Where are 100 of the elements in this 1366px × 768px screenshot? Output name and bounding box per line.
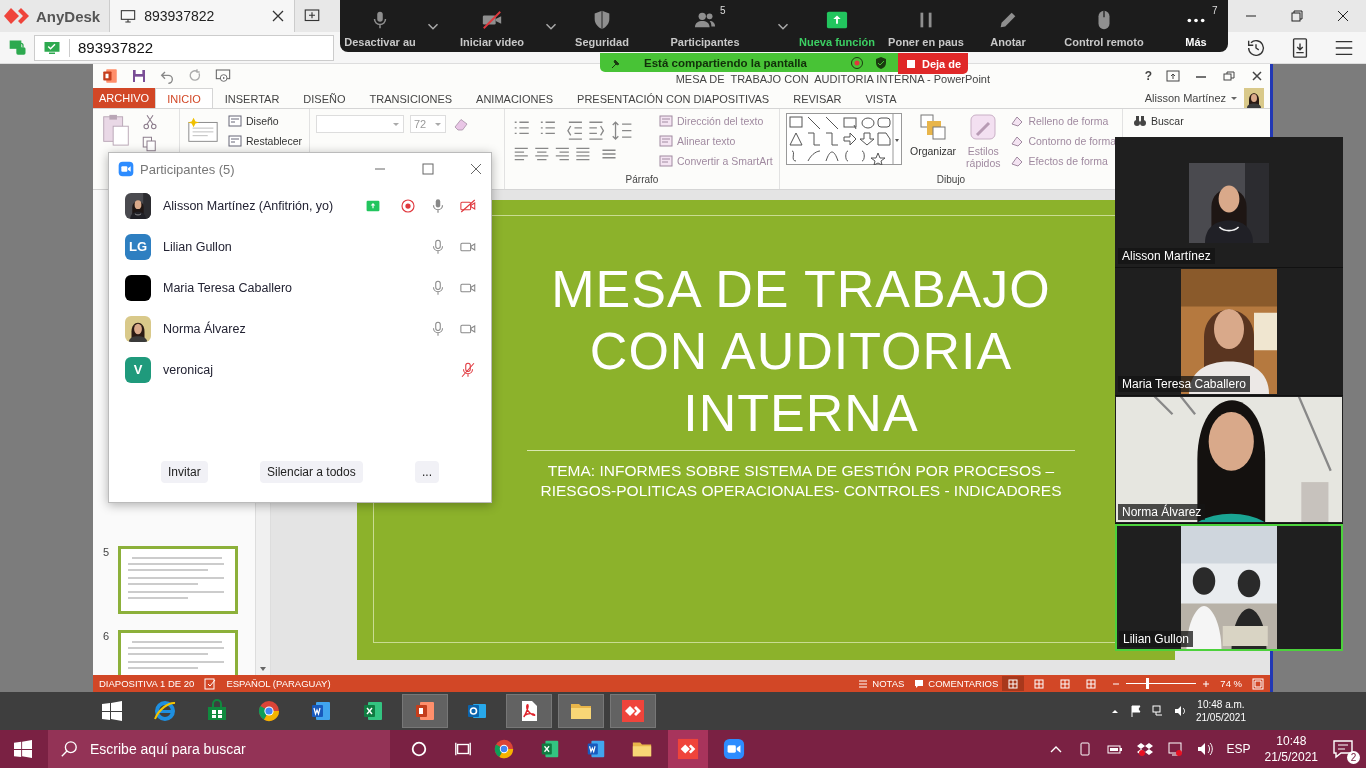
taskbar-button[interactable]	[506, 694, 552, 728]
comments-button[interactable]: COMENTARIOS	[914, 678, 999, 689]
spreadsheet-app-icon	[361, 699, 385, 723]
toolbar-button[interactable]: Iniciar video	[446, 0, 538, 52]
windows-start-icon[interactable]	[102, 701, 122, 721]
scissors-icon[interactable]	[141, 113, 159, 131]
panel-button[interactable]: Silenciar a todos	[259, 461, 363, 483]
language-indicator[interactable]: ESP	[1226, 742, 1251, 756]
caret-icon[interactable]	[1230, 94, 1238, 102]
participant-name: Lilian Gullon	[163, 239, 232, 254]
ribbon-tab[interactable]: VISTA	[853, 88, 909, 108]
monitor-icon	[120, 8, 137, 24]
app-name: AnyDesk	[36, 7, 101, 25]
participant-name: Norma Álvarez	[163, 321, 246, 336]
shape-tool-icon	[1010, 114, 1025, 128]
layout-icon	[228, 134, 242, 148]
notification-icon[interactable]	[1332, 738, 1354, 760]
ribbon-tab[interactable]: INSERTAR	[212, 88, 292, 108]
clock[interactable]: 10:48 a.m. 21/05/2021	[1195, 698, 1246, 724]
clock[interactable]: 10:48 21/5/2021	[1264, 733, 1318, 765]
participant-name: veronicaj	[163, 362, 214, 377]
copy-icon[interactable]	[141, 135, 159, 153]
user-name[interactable]: Alisson Martínez	[1144, 88, 1226, 108]
fit-slide-icon[interactable]	[1252, 677, 1264, 690]
speaker-icon[interactable]	[1173, 705, 1186, 717]
ribbon-tab[interactable]: TRANSICIONES	[357, 88, 465, 108]
view-icon	[1060, 678, 1071, 689]
close-icon[interactable]	[272, 10, 285, 22]
caret-icon	[434, 120, 442, 128]
arrange-icon	[919, 113, 948, 141]
toolbar-button[interactable]: Seguridad	[564, 0, 640, 52]
ribbon-tab[interactable]: DISEÑO	[291, 88, 358, 108]
view-button[interactable]	[1002, 676, 1025, 691]
panel-title: Participantes (5)	[140, 161, 235, 177]
toolbar-button[interactable]: 5 Participantes	[640, 0, 770, 52]
zoom-in-icon[interactable]	[1202, 679, 1211, 688]
cortana-icon[interactable]	[410, 740, 428, 758]
ribbon-tab[interactable]: REVISAR	[781, 88, 854, 108]
ribbon-tab[interactable]: ANIMACIONES	[464, 88, 566, 108]
remote-desktop-icon	[621, 699, 645, 723]
slide-subtitle: TEMA: INFORMES SOBRE SISTEMA DE GESTIÓN POR PROCESOS – RIESGOS-POLITICAS OPERACIONALES- CONTROLES - INDICADORES	[540, 461, 1062, 501]
network-icon[interactable]	[1151, 705, 1164, 717]
window-title: MESA DE TRABAJO CON AUDITORIA INTERNA - PowerPoint	[675, 73, 991, 85]
view-icon	[1086, 678, 1097, 689]
participant-name: Alisson Martínez (Anfitrión, yo)	[163, 198, 334, 213]
more-icon	[1186, 18, 1206, 23]
network-icon[interactable]	[1166, 741, 1183, 757]
video-tile[interactable]: Norma Álvarez	[1115, 396, 1343, 523]
mic-muted-icon[interactable]	[459, 360, 477, 379]
zoom-level[interactable]: 74 %	[1220, 678, 1242, 689]
video-tile[interactable]: Maria Teresa Caballero	[1115, 268, 1343, 395]
toolbar-button[interactable]: 7 Más	[1166, 0, 1226, 52]
shapes-gallery-drawing[interactable]	[786, 113, 902, 165]
help-button[interactable]: ?	[1144, 69, 1152, 83]
speaker-icon[interactable]	[1196, 741, 1213, 757]
record-icon	[850, 55, 864, 70]
text-tool-icon	[659, 154, 673, 168]
arrange-button[interactable]: Organizar	[910, 113, 957, 157]
ribbon-command[interactable]: Restablecer	[228, 133, 303, 149]
scroll-down-icon[interactable]	[259, 665, 267, 673]
slideshow-icon[interactable]	[215, 68, 231, 84]
address-field[interactable]: 893937822	[34, 34, 334, 61]
participant-name: Maria Teresa Caballero	[1118, 376, 1250, 392]
toolbar-button[interactable]: Desactivar au	[340, 0, 420, 52]
font-field[interactable]	[316, 115, 404, 133]
language-status[interactable]: ESPAÑOL (PARAGUAY)	[226, 678, 331, 689]
notes-button[interactable]: NOTAS	[858, 678, 905, 689]
close-icon[interactable]	[1250, 69, 1264, 83]
binoculars-icon	[1133, 114, 1147, 128]
save-icon[interactable]	[131, 68, 147, 84]
slide-thumbnail[interactable]	[118, 546, 238, 614]
ribbon-tab[interactable]: INICIO	[155, 88, 213, 108]
stop-sharing-button[interactable]: Deja de	[898, 53, 968, 74]
restore-icon[interactable]	[1222, 69, 1236, 83]
close-icon[interactable]	[469, 162, 483, 176]
windows-start-icon[interactable]	[14, 740, 32, 758]
count-label: 7	[1212, 5, 1218, 16]
taskbar-button[interactable]	[610, 694, 656, 728]
file-tab[interactable]: ARCHIVO	[93, 88, 156, 108]
ribbon-tab[interactable]: PRESENTACIÓN CON DIAPOSITIVAS	[565, 88, 782, 108]
toolbar-button[interactable]: Poner en paus	[878, 0, 974, 52]
toolbar-button[interactable]: Nueva función	[796, 0, 878, 52]
stop-icon	[906, 58, 916, 69]
participant-name: Norma Álvarez	[1118, 504, 1206, 520]
ribbon-display-icon[interactable]	[1166, 69, 1180, 83]
notification-badge: 2	[1347, 751, 1360, 764]
search-field[interactable]: Escribe aquí para buscar	[48, 730, 390, 768]
panel-button[interactable]: Invitar	[161, 461, 208, 483]
panel-button[interactable]: ...	[414, 461, 439, 483]
find-button[interactable]: Buscar	[1133, 113, 1184, 129]
toolbar-button[interactable]: Control remoto	[1042, 0, 1166, 52]
toolbar-button[interactable]: Anotar	[974, 0, 1042, 52]
ribbon-command[interactable]: Diseño	[228, 113, 303, 129]
video-tile[interactable]: Alisson Martínez	[1115, 137, 1343, 267]
task-view-icon[interactable]	[454, 740, 472, 758]
video-tile[interactable]: Lilian Gullon	[1115, 524, 1343, 651]
session-tab[interactable]: 893937822	[109, 0, 296, 32]
taskbar-button[interactable]	[668, 730, 708, 768]
spellcheck-icon[interactable]	[204, 677, 217, 690]
flag-icon[interactable]	[1129, 705, 1142, 717]
